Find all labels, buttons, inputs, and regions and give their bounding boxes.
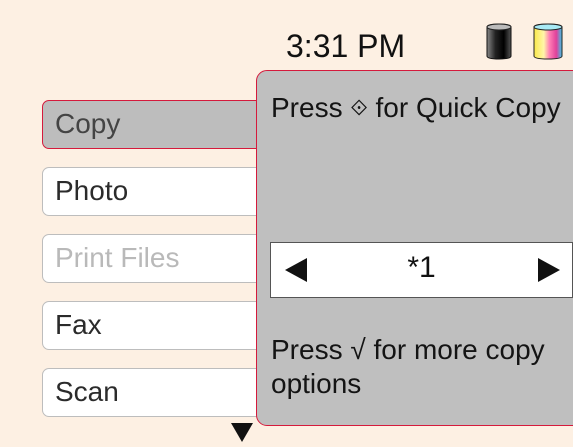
- menu-item-label: Photo: [55, 175, 129, 206]
- down-arrow-icon[interactable]: [231, 423, 253, 447]
- right-arrow-icon[interactable]: [538, 258, 560, 287]
- menu-item-fax[interactable]: Fax: [42, 301, 282, 350]
- menu-item-copy[interactable]: Copy: [42, 100, 282, 149]
- more-options-hint: Press √ for more copy options: [271, 334, 545, 399]
- copies-value: *1: [407, 251, 436, 284]
- quick-copy-hint: Press ⟐ for Quick Copy: [271, 92, 561, 123]
- copy-info-panel: Press ⟐ for Quick Copy *1 Press √ for mo…: [256, 70, 573, 426]
- clock-time: 3:31 PM: [286, 28, 406, 64]
- menu-item-photo[interactable]: Photo: [42, 167, 282, 216]
- menu-item-label: Fax: [55, 309, 102, 340]
- menu-item-label: Print Files: [55, 242, 180, 273]
- color-ink-cartridge-icon[interactable]: [531, 22, 565, 65]
- menu-item-label: Copy: [55, 108, 121, 139]
- menu-item-scan[interactable]: Scan: [42, 368, 282, 417]
- copies-stepper[interactable]: *1: [270, 242, 573, 298]
- diamond-icon: ⟐: [350, 95, 368, 120]
- menu-item-label: Scan: [55, 376, 119, 407]
- black-ink-cartridge-icon[interactable]: [484, 22, 514, 65]
- menu-item-print-files[interactable]: Print Files: [42, 234, 282, 283]
